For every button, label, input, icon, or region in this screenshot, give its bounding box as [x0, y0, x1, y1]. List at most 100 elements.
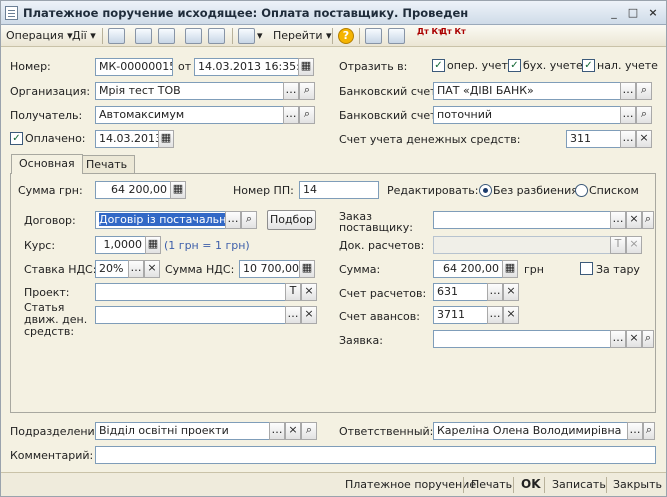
number-field[interactable]: МК-00000015: [95, 58, 173, 76]
cash-account-clear-icon[interactable]: ×: [636, 130, 652, 148]
date-field[interactable]: 14.03.2013 16:35:24: [194, 58, 299, 76]
tab-print[interactable]: Печать: [78, 155, 136, 174]
request-field[interactable]: [433, 330, 611, 348]
save-button[interactable]: Записать: [552, 478, 606, 491]
order-field[interactable]: [433, 211, 611, 229]
contract-field[interactable]: Договір із постачальник: [95, 211, 226, 229]
project-field[interactable]: [95, 283, 286, 301]
edit-mode-single-radio[interactable]: [479, 184, 492, 197]
cash-account-select-button[interactable]: …: [620, 130, 636, 148]
request-search-icon[interactable]: ⌕: [642, 330, 654, 348]
rate-note[interactable]: (1 грн = 1 грн): [164, 239, 250, 253]
responsible-field[interactable]: Кареліна Олена Володимирівна: [433, 422, 628, 440]
refresh-icon[interactable]: [135, 28, 152, 44]
department-clear-icon[interactable]: ×: [285, 422, 301, 440]
operation-menu[interactable]: Операция ▾: [6, 29, 73, 42]
unpost-icon[interactable]: [208, 28, 225, 44]
advance-account-field[interactable]: 3711: [433, 306, 488, 324]
vat-sum-calculator-icon[interactable]: ▦: [299, 260, 315, 278]
copy-icon[interactable]: [158, 28, 175, 44]
vat-rate-clear-icon[interactable]: ×: [144, 260, 160, 278]
organization-search-icon[interactable]: ⌕: [299, 82, 315, 100]
order-search-icon[interactable]: ⌕: [642, 211, 654, 229]
settle-account-field[interactable]: 631: [433, 283, 488, 301]
move-dropdown[interactable]: ▾: [257, 29, 263, 42]
structure-icon[interactable]: [365, 28, 382, 44]
contract-select-button[interactable]: …: [225, 211, 241, 229]
sum2-calculator-icon[interactable]: ▦: [502, 260, 518, 278]
reflect-buh-checkbox[interactable]: ✓: [508, 59, 521, 72]
cashflow-field[interactable]: [95, 306, 286, 324]
vat-rate-select-button[interactable]: …: [128, 260, 144, 278]
for-tare-checkbox[interactable]: [580, 262, 593, 275]
payment-order-button[interactable]: Платежное поручение: [345, 478, 476, 491]
maximize-button[interactable]: □: [625, 6, 641, 20]
goto-menu[interactable]: Перейти ▾: [273, 29, 332, 42]
department-select-button[interactable]: …: [269, 422, 285, 440]
advance-account-clear-icon[interactable]: ×: [503, 306, 519, 324]
calendar-icon[interactable]: ▦: [298, 58, 314, 76]
project-clear-icon[interactable]: ×: [301, 283, 317, 301]
ok-button[interactable]: OK: [521, 477, 541, 491]
actions-menu[interactable]: Дії ▾: [72, 29, 96, 42]
project-type-icon[interactable]: T: [285, 283, 301, 301]
bank-account-search-icon[interactable]: ⌕: [636, 82, 652, 100]
recipient-field[interactable]: Автомаксимум: [95, 106, 284, 124]
request-select-button[interactable]: …: [610, 330, 626, 348]
bank-account-field[interactable]: ПАТ «ДІВІ БАНК»: [433, 82, 621, 100]
sum-field[interactable]: 64 200,00: [95, 181, 171, 199]
pp-number-field[interactable]: 14: [299, 181, 379, 199]
order-select-button[interactable]: …: [610, 211, 626, 229]
for-tare-label: За тару: [596, 263, 640, 276]
recipient-bank-search-icon[interactable]: ⌕: [636, 106, 652, 124]
print-button[interactable]: Печать: [471, 478, 512, 491]
recipient-bank-select-button[interactable]: …: [620, 106, 636, 124]
cashflow-select-button[interactable]: …: [285, 306, 301, 324]
minimize-button[interactable]: _: [606, 6, 622, 20]
close-button[interactable]: ×: [645, 6, 661, 20]
cash-account-field[interactable]: 311: [566, 130, 621, 148]
recipient-select-button[interactable]: …: [283, 106, 299, 124]
dt-kt-icon[interactable]: Дт Кт: [417, 27, 443, 36]
paid-checkbox[interactable]: ✓: [10, 132, 23, 145]
edit-mode-list-radio[interactable]: [575, 184, 588, 197]
reflect-nal-checkbox[interactable]: ✓: [582, 59, 595, 72]
advance-account-select-button[interactable]: …: [487, 306, 503, 324]
close-form-button[interactable]: Закрыть: [613, 478, 662, 491]
recipient-search-icon[interactable]: ⌕: [299, 106, 315, 124]
comment-field[interactable]: [95, 446, 656, 464]
sum-calculator-icon[interactable]: ▦: [170, 181, 186, 199]
dt-kt-tax-icon[interactable]: Дт Кт: [440, 27, 466, 36]
cashflow-clear-icon[interactable]: ×: [301, 306, 317, 324]
help-icon[interactable]: ?: [338, 28, 354, 44]
organization-field[interactable]: Мрія тест ТОВ: [95, 82, 284, 100]
contract-search-icon[interactable]: ⌕: [241, 211, 257, 229]
reflect-oper-checkbox[interactable]: ✓: [432, 59, 445, 72]
bank-account-select-button[interactable]: …: [620, 82, 636, 100]
organization-select-button[interactable]: …: [283, 82, 299, 100]
settle-account-select-button[interactable]: …: [487, 283, 503, 301]
post-and-close-icon[interactable]: [108, 28, 125, 44]
list-settings-icon[interactable]: [388, 28, 405, 44]
post-icon[interactable]: [185, 28, 202, 44]
project-label: Проект:: [24, 286, 70, 299]
paid-date-field[interactable]: 14.03.2013: [95, 130, 159, 148]
podbor-button[interactable]: Подбор: [267, 210, 316, 230]
responsible-search-icon[interactable]: ⌕: [643, 422, 655, 440]
settle-account-clear-icon[interactable]: ×: [503, 283, 519, 301]
responsible-select-button[interactable]: …: [627, 422, 643, 440]
rate-calculator-icon[interactable]: ▦: [145, 236, 161, 254]
sum2-field[interactable]: 64 200,00: [433, 260, 503, 278]
department-field[interactable]: Відділ освітні проекти: [95, 422, 270, 440]
recipient-bank-field[interactable]: поточний: [433, 106, 621, 124]
reflect-nal-label: нал. учете: [597, 59, 658, 72]
move-icon[interactable]: [238, 28, 255, 44]
request-clear-icon[interactable]: ×: [626, 330, 642, 348]
vat-sum-field[interactable]: 10 700,00: [239, 260, 300, 278]
paid-calendar-icon[interactable]: ▦: [158, 130, 174, 148]
tab-main[interactable]: Основная: [11, 154, 83, 174]
department-search-icon[interactable]: ⌕: [301, 422, 317, 440]
vat-rate-field[interactable]: 20%: [95, 260, 129, 278]
order-clear-icon[interactable]: ×: [626, 211, 642, 229]
rate-field[interactable]: 1,0000: [95, 236, 146, 254]
